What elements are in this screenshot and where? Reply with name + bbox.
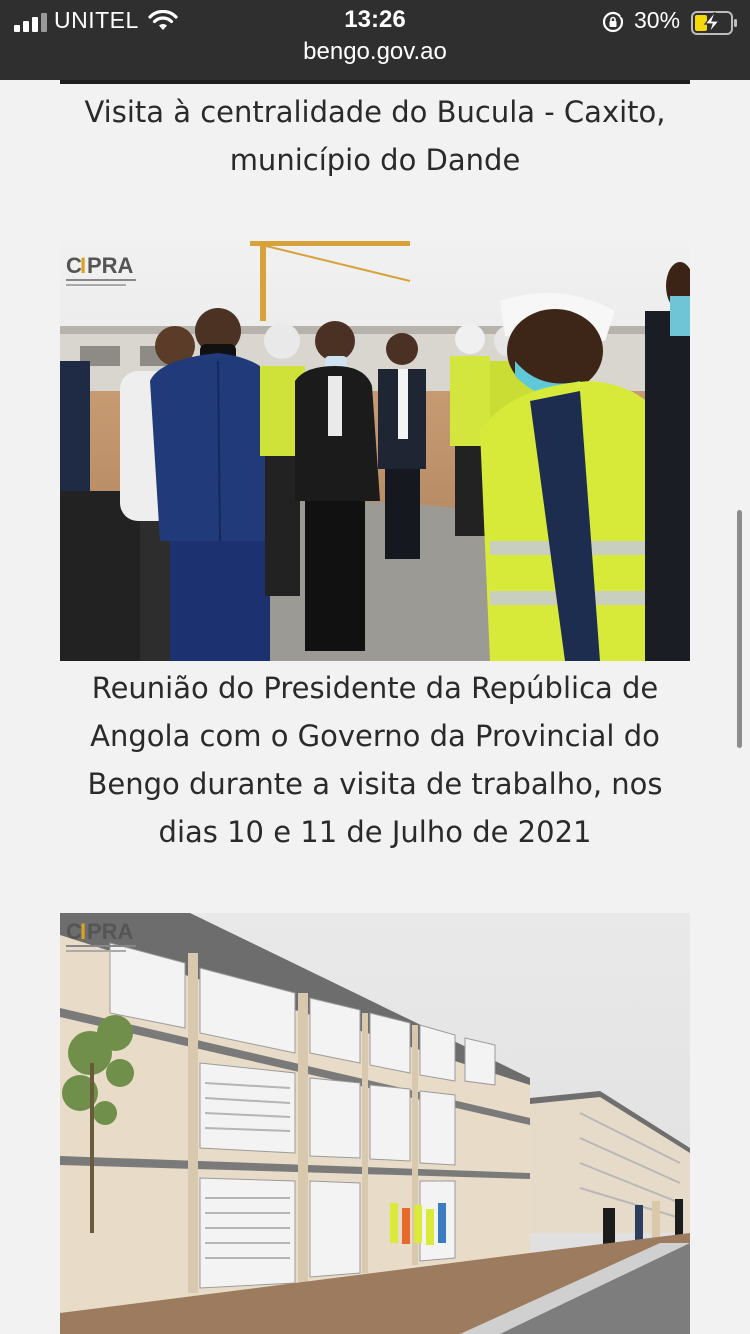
battery-charging-icon bbox=[691, 11, 739, 39]
article-image-building[interactable]: C I PRA bbox=[60, 913, 690, 1334]
svg-text:PRA: PRA bbox=[87, 253, 134, 278]
address-bar-url[interactable]: bengo.gov.ao bbox=[0, 38, 750, 66]
article-caption: Reunião do Presidente da República de An… bbox=[87, 671, 663, 849]
previous-article-image[interactable] bbox=[60, 80, 690, 84]
status-bar: UNITEL 13:26 30% bengo.gov.ao bbox=[0, 0, 750, 80]
svg-text:I: I bbox=[80, 253, 86, 278]
orientation-lock-icon bbox=[601, 10, 625, 38]
svg-text:PRA: PRA bbox=[87, 919, 134, 944]
page-content[interactable]: Visita à centralidade do Bucula - Caxito… bbox=[0, 80, 750, 1334]
svg-text:I: I bbox=[80, 919, 86, 944]
battery-percent: 30% bbox=[634, 7, 681, 33]
scrollbar[interactable] bbox=[737, 510, 742, 748]
article-image-visit[interactable]: C I PRA bbox=[60, 241, 690, 661]
article-caption: Visita à centralidade do Bucula - Caxito… bbox=[84, 95, 666, 177]
